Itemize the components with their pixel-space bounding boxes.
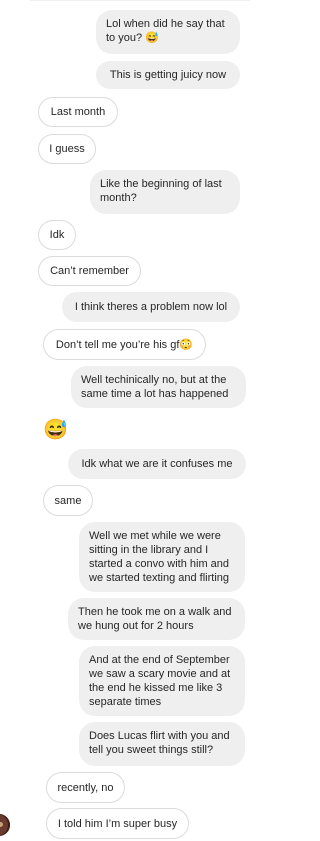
message-received[interactable]: I told him I’m super busy — [46, 808, 189, 839]
message-text: Lol when did he say that to you? 😅 — [106, 18, 225, 44]
message-text: Don’t tell me you’re his gf😳 — [55, 338, 194, 351]
message-sent[interactable]: Well we met while we were sitting in the… — [79, 522, 245, 592]
message-sent[interactable]: And at the end of September we saw a sca… — [79, 646, 245, 716]
message-text: And at the end of September we saw a sca… — [89, 654, 231, 708]
message-text: same — [54, 494, 82, 507]
message-received[interactable]: Don’t tell me you’re his gf😳 — [43, 329, 206, 360]
message-text: Well techinically no, but at the same ti… — [81, 374, 229, 400]
message-text: I guess — [49, 143, 85, 155]
message-text: Then he took me on a walk and we hung ou… — [78, 606, 232, 632]
message-thread: Lol when did he say that to you? 😅 This … — [0, 0, 282, 841]
message-text: Well we met while we were sitting in the… — [89, 530, 230, 584]
message-received[interactable]: Can’t remember — [38, 256, 141, 286]
message-text: Can’t remember — [50, 265, 129, 277]
message-text: Idk what we are it confuses me — [81, 458, 233, 470]
message-text: This is getting juicy now — [109, 69, 227, 81]
message-text: Last month — [50, 106, 106, 118]
message-sent[interactable]: This is getting juicy now — [96, 61, 240, 89]
message-received[interactable]: Last month — [38, 97, 118, 127]
message-received[interactable]: same — [43, 485, 93, 516]
message-emoji-received[interactable]: 😅 — [43, 419, 68, 441]
avatar-detail — [0, 822, 3, 827]
avatar[interactable] — [0, 814, 10, 836]
message-received[interactable]: recently, no — [46, 772, 125, 803]
message-text: I think theres a problem now lol — [74, 301, 228, 313]
message-received[interactable]: I guess — [38, 134, 96, 164]
message-sent[interactable]: Like the beginning of last month? — [90, 170, 240, 214]
message-text: Like the beginning of last month? — [100, 178, 222, 204]
message-text: Does Lucas flirt with you and tell you s… — [89, 730, 230, 756]
message-sent[interactable]: I think theres a problem now lol — [62, 292, 240, 322]
message-received[interactable]: Idk — [38, 220, 76, 250]
message-text: I told him I’m super busy — [57, 817, 178, 830]
message-sent[interactable]: Does Lucas flirt with you and tell you s… — [79, 722, 245, 766]
message-sent[interactable]: Idk what we are it confuses me — [68, 449, 246, 479]
message-text: recently, no — [57, 781, 114, 794]
divider — [30, 0, 250, 1]
message-text: Idk — [49, 229, 65, 241]
message-sent[interactable]: Then he took me on a walk and we hung ou… — [68, 598, 245, 640]
message-sent[interactable]: Lol when did he say that to you? 😅 — [96, 10, 240, 54]
message-sent[interactable]: Well techinically no, but at the same ti… — [71, 366, 246, 408]
